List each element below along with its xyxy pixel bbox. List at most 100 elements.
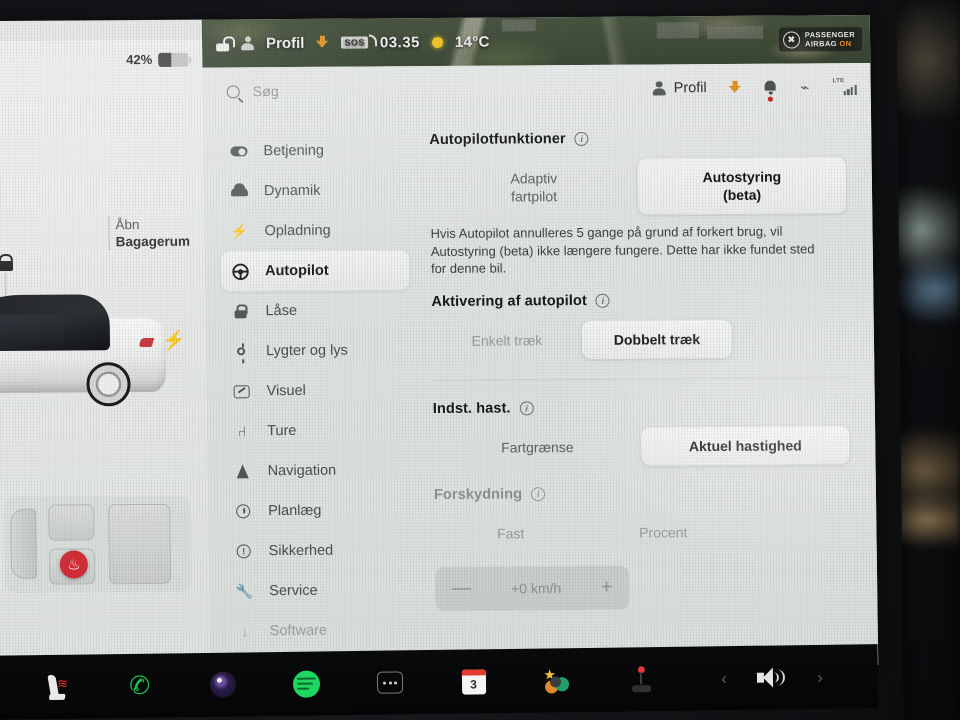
steering-wheel-shape [10, 508, 38, 579]
lightning-bolt-icon[interactable]: ⚡ [162, 331, 186, 352]
search-bar[interactable]: Søg [226, 80, 653, 99]
option-dobbelt-traek[interactable]: Dobbelt træk [581, 319, 733, 359]
airbag-line1: PASSENGER [804, 30, 856, 40]
sos-badge[interactable]: SOS [341, 34, 377, 49]
navigation-arrow-icon [234, 462, 252, 480]
arcade-icon[interactable] [616, 659, 665, 700]
spotify-icon[interactable] [282, 663, 331, 704]
activation-segmented-control: Enkelt træk Dobbelt træk [432, 319, 733, 359]
theater-icon[interactable]: ★ [533, 660, 582, 701]
more-apps-icon[interactable] [366, 662, 415, 703]
light-icon [232, 342, 250, 360]
notification-dot [767, 96, 773, 102]
sidebar-item-betjening[interactable]: Betjening [219, 130, 408, 171]
profile-button[interactable]: Profil [653, 80, 707, 96]
sidebar-item-label: Betjening [263, 142, 325, 160]
sos-wave-icon [368, 34, 377, 47]
passenger-airbag-icon [782, 30, 801, 49]
section-indst-hast: Indst. hast. Fartgrænse Aktuel hastighed [433, 398, 850, 467]
steering-wheel-icon [231, 262, 249, 280]
top-status-bar: Profil SOS 03.35 14°C PASSENGER AIRBAG O… [202, 15, 871, 68]
car-touchscreen: Profil SOS 03.35 14°C PASSENGER AIRBAG O… [0, 14, 879, 672]
sidebar-item-planlaeg[interactable]: Planlæg [224, 490, 413, 531]
screen-icon [232, 382, 250, 400]
battery-indicator[interactable]: 42% [126, 52, 189, 67]
search-input[interactable]: Søg [253, 83, 279, 99]
seat-layout-diagram[interactable]: ♨ [3, 495, 192, 593]
option-adaptiv-fartpilot[interactable]: Adaptiv fartpilot [430, 159, 639, 216]
download-icon[interactable] [316, 36, 329, 50]
seat-heater-icon[interactable]: ≋ [32, 667, 81, 708]
sidebar-item-navigation[interactable]: Navigation [223, 450, 412, 491]
lock-icon [231, 302, 249, 320]
battery-icon [158, 52, 189, 67]
option-enkelt-traek[interactable]: Enkelt træk [432, 320, 582, 359]
unlock-icon[interactable] [216, 36, 229, 51]
sidebar-item-dynamik[interactable]: Dynamik [220, 170, 409, 211]
sidebar-item-opladning[interactable]: ⚡ Opladning [220, 210, 409, 251]
sidebar-item-visuel[interactable]: Visuel [222, 370, 411, 411]
sidebar-item-label: Dynamik [263, 182, 321, 200]
sidebar-item-label: Opladning [264, 222, 331, 240]
offset-stepper[interactable]: — +0 km/h + [434, 565, 630, 611]
option-procent[interactable]: Procent [587, 512, 740, 551]
sidebar-item-label: Lygter og lys [265, 342, 348, 360]
sidebar-item-autopilot[interactable]: Autopilot [220, 250, 410, 292]
volume-button[interactable] [748, 657, 797, 698]
decrement-button[interactable]: — [452, 578, 471, 599]
settings-content: Autopilotfunktioner Adaptiv fartpilot [415, 111, 878, 668]
option-line1: Adaptiv [510, 170, 558, 187]
battery-fill [158, 52, 171, 67]
option-line2: (beta) [722, 186, 762, 203]
sidebar-item-service[interactable]: 🔧 Service [225, 570, 414, 611]
option-aktuel-hastighed[interactable]: Aktuel hastighed [641, 425, 850, 466]
info-icon[interactable] [595, 293, 610, 308]
network-label: LTE [832, 78, 845, 85]
sidebar-item-sikkerhed[interactable]: Sikkerhed [224, 530, 413, 571]
option-fartgraense[interactable]: Fartgrænse [433, 427, 641, 466]
bell-icon[interactable] [764, 80, 777, 102]
download-icon[interactable] [729, 81, 742, 95]
status-profile-label[interactable]: Profil [266, 34, 305, 51]
photo-scene: Profil SOS 03.35 14°C PASSENGER AIRBAG O… [0, 0, 960, 720]
set-speed-segmented-control: Fartgrænse Aktuel hastighed [433, 425, 850, 467]
sidebar-item-label: Visuel [266, 382, 306, 400]
sidebar-item-lygter-og-lys[interactable]: Lygter og lys [222, 330, 411, 371]
dashcam-icon[interactable] [199, 664, 248, 705]
increment-button[interactable]: + [601, 577, 612, 598]
section-header: Forskydning [433, 484, 850, 503]
info-icon[interactable] [574, 131, 589, 147]
wrench-icon: 🔧 [235, 583, 254, 600]
lte-signal-icon[interactable]: LTE [833, 78, 857, 96]
option-autostyring-beta[interactable]: Autostyring (beta) [637, 157, 847, 215]
car-icon [230, 182, 248, 200]
seat-front-left[interactable] [48, 504, 95, 541]
calendar-date: 3 [461, 668, 486, 695]
seat-rear-bench[interactable] [108, 503, 172, 585]
trips-icon: ⑁ [237, 423, 247, 440]
previous-button[interactable]: ‹ [700, 658, 749, 699]
seat-heater-icon[interactable]: ♨ [59, 550, 89, 579]
option-fast[interactable]: Fast [434, 513, 587, 552]
safety-icon [235, 542, 253, 560]
sidebar-item-ture[interactable]: ⑁ Ture [223, 410, 412, 451]
unlock-icon[interactable] [0, 254, 13, 271]
bluetooth-icon[interactable]: ⌁ [799, 79, 811, 96]
sidebar-item-label: Planlæg [268, 502, 322, 520]
calendar-icon[interactable]: 3 [449, 661, 498, 702]
download-icon: ↓ [241, 623, 249, 640]
sidebar-item-laase[interactable]: Låse [221, 290, 410, 331]
open-trunk-action[interactable]: Åbn Bagagerum [108, 215, 191, 251]
person-icon[interactable] [241, 36, 254, 51]
profile-label: Profil [673, 80, 707, 97]
info-icon[interactable] [519, 400, 534, 415]
phone-icon[interactable]: ✆ [115, 666, 164, 707]
sidebar-item-software[interactable]: ↓ Software [225, 610, 414, 651]
next-button[interactable]: › [796, 657, 845, 698]
signal-bars [843, 85, 857, 96]
section-header: Indst. hast. [433, 398, 849, 416]
section-title: Autopilotfunktioner [429, 131, 566, 149]
info-icon[interactable] [531, 486, 546, 501]
autopilot-note: Hvis Autopilot annulleres 5 gange på gru… [430, 223, 815, 277]
section-title: Forskydning [433, 485, 523, 503]
